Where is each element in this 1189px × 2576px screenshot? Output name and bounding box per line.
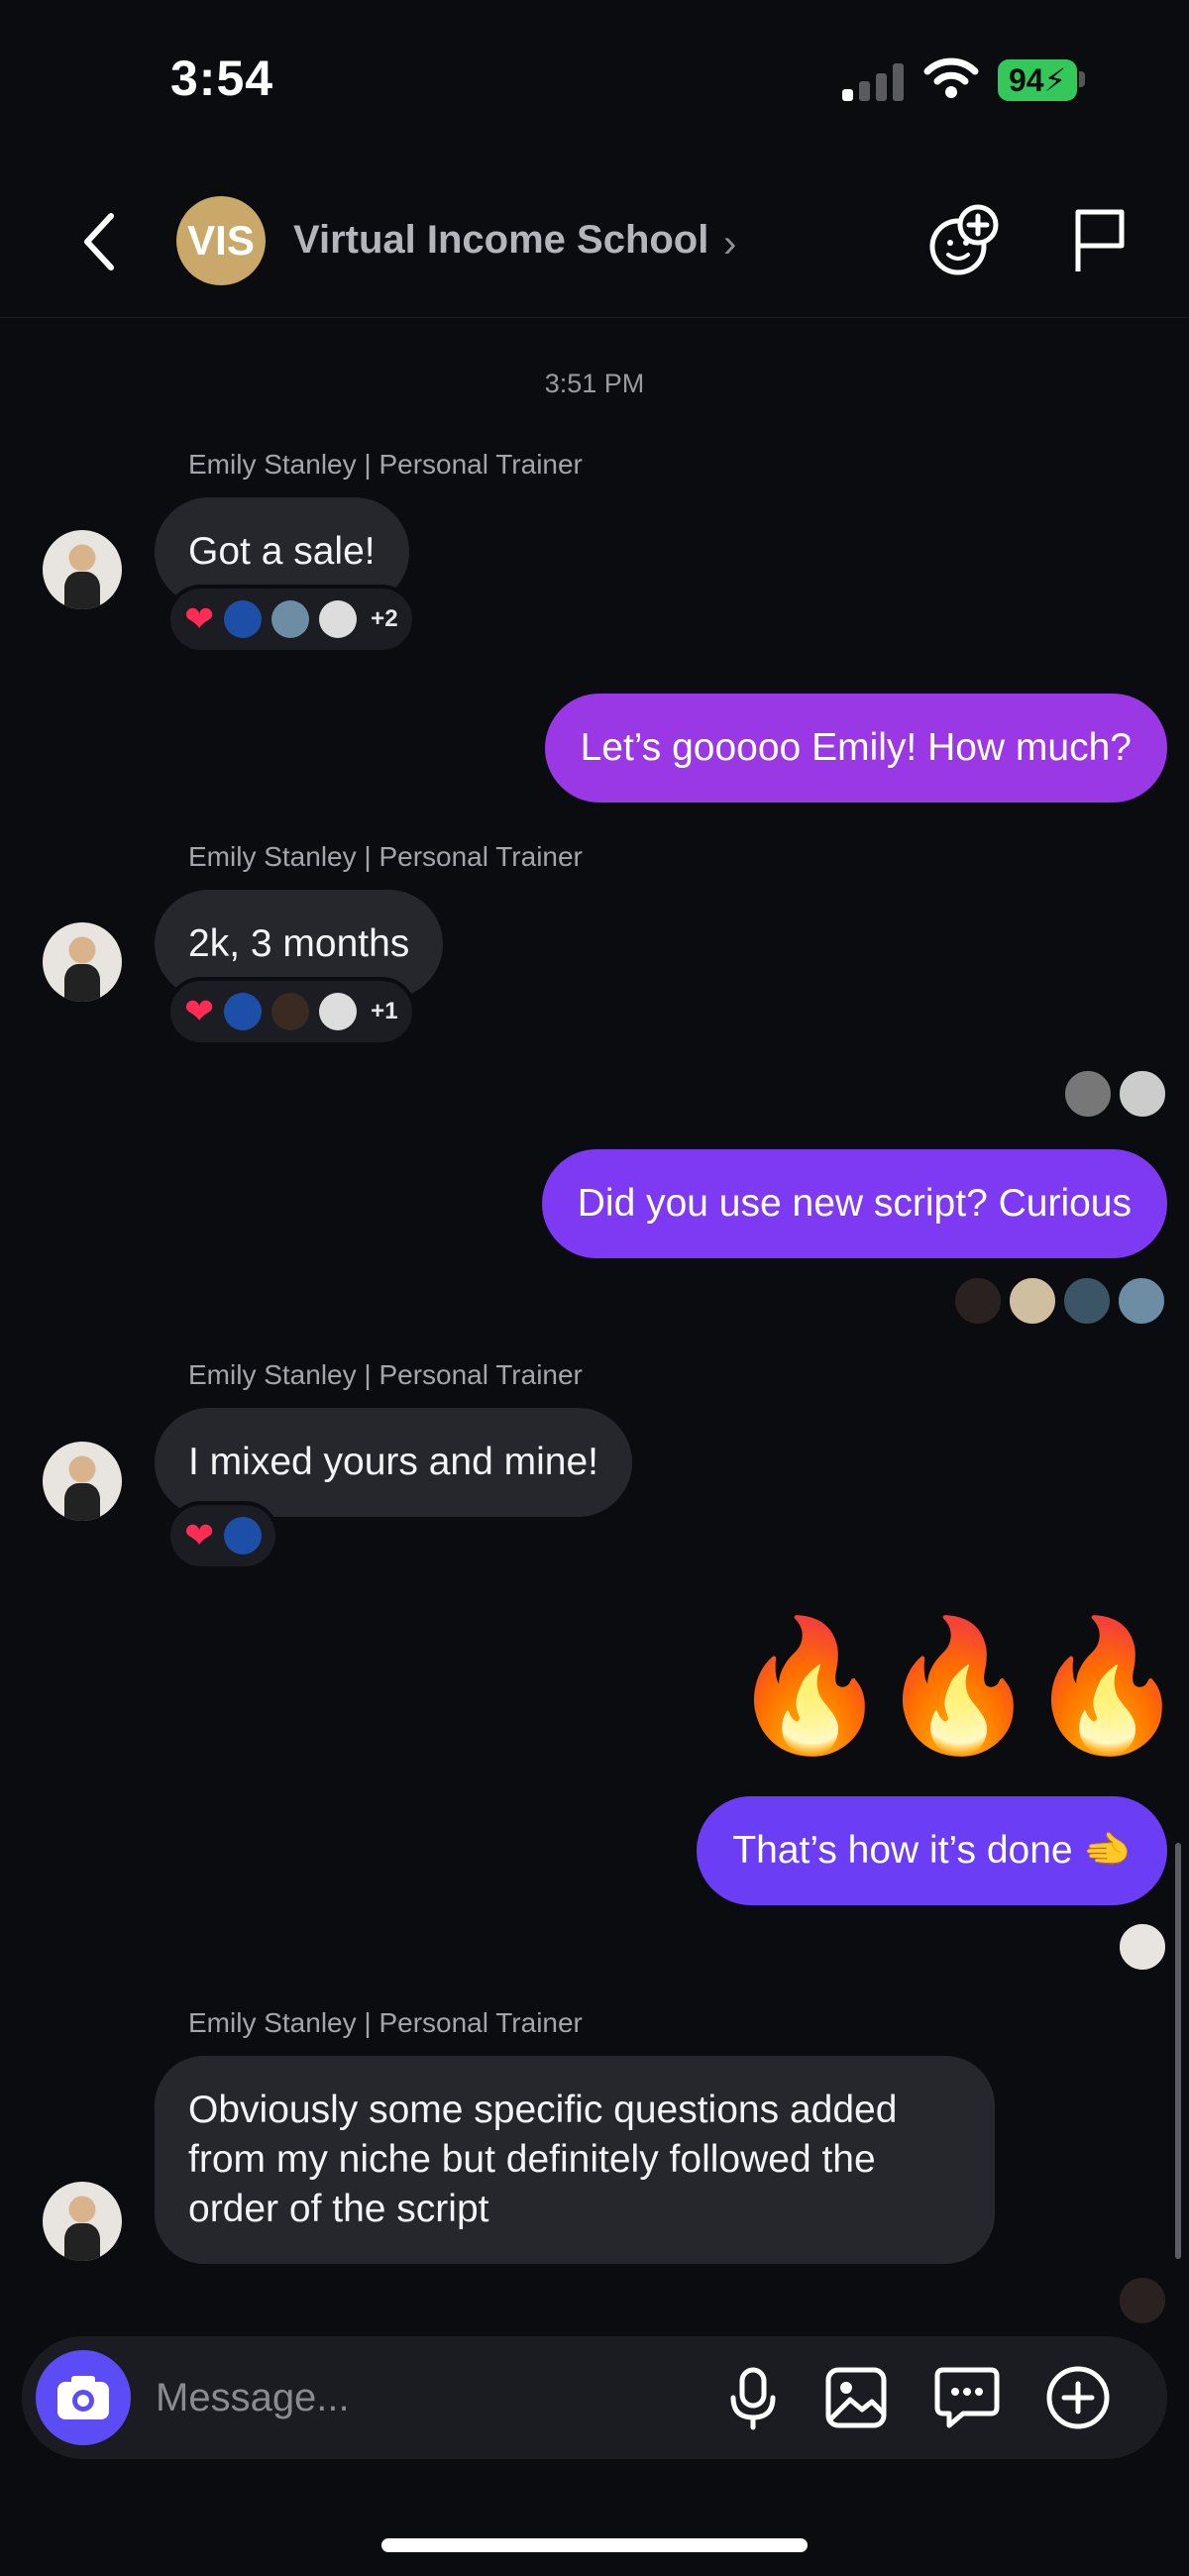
chat-bubble-icon[interactable] [929,2360,1005,2435]
reactor-avatar [271,600,310,638]
read-receipt-avatar [1008,1276,1057,1326]
reactor-avatar [319,600,358,638]
home-indicator [381,2538,808,2552]
reaction-summary[interactable]: ❤ +2 [166,585,416,654]
flag-icon[interactable] [1070,206,1130,275]
sender-avatar[interactable] [43,1442,122,1521]
back-chevron-icon[interactable] [79,210,119,273]
cellular-signal-icon [842,61,906,101]
sticker-add-icon[interactable] [926,203,1002,278]
chevron-right-icon[interactable]: › [723,222,736,267]
reactor-avatar [224,993,263,1030]
heart-reaction-icon: ❤ [184,1515,215,1556]
outgoing-message[interactable]: Did you use new script? Curious [541,1149,1167,1258]
battery-nub [1079,71,1085,87]
scrollbar[interactable] [1175,1843,1181,2259]
battery-indicator: 94⚡ [998,59,1077,101]
camera-button[interactable] [36,2350,131,2445]
read-receipt-avatar [953,1276,1003,1326]
read-receipt-avatar [1118,2276,1167,2325]
outgoing-message[interactable]: Let’s gooooo Emily! How much? [544,694,1167,803]
outgoing-message[interactable]: That’s how it’s done 🫲 [697,1796,1167,1905]
reaction-summary[interactable]: ❤ [166,1501,280,1570]
read-receipt-avatar [1117,1276,1166,1326]
heart-reaction-icon: ❤ [184,598,215,639]
message-input[interactable] [154,2366,673,2429]
microphone-icon[interactable] [715,2360,791,2435]
reactor-avatar [224,1517,263,1555]
reaction-summary[interactable]: ❤ +1 [166,977,416,1046]
fire-emoji[interactable]: 🔥 [729,1621,890,1750]
group-avatar[interactable]: VIS [176,196,266,285]
battery-level: 94 [1008,62,1044,98]
reaction-count: +1 [371,998,398,1024]
status-time: 3:54 [170,51,274,106]
reactor-avatar [319,993,358,1030]
camera-icon [57,2376,109,2419]
reactor-avatar [271,993,310,1030]
sender-name: Emily Stanley | Personal Trainer [188,841,583,872]
image-icon[interactable] [818,2360,894,2435]
reactor-avatar [224,600,263,638]
read-receipt-avatar [1118,1922,1167,1972]
sender-name: Emily Stanley | Personal Trainer [188,449,583,480]
incoming-message[interactable]: Obviously some specific questions added … [155,2056,995,2264]
heart-reaction-icon: ❤ [184,991,215,1031]
read-receipt-avatar [1062,1276,1112,1326]
group-name[interactable]: Virtual Income School [293,218,708,263]
sender-name: Emily Stanley | Personal Trainer [188,2007,583,2038]
read-receipt-avatar [1118,1069,1167,1119]
chat-timestamp: 3:51 PM [544,369,645,398]
sender-avatar[interactable] [43,922,122,1002]
wifi-icon [923,57,979,98]
sender-avatar[interactable] [43,2182,122,2261]
fire-emoji[interactable]: 🔥 [1027,1621,1187,1750]
sender-name: Emily Stanley | Personal Trainer [188,1359,583,1390]
read-receipt-avatar [1063,1069,1113,1119]
reaction-count: +2 [371,605,398,632]
fire-emoji[interactable]: 🔥 [878,1621,1038,1750]
sender-avatar[interactable] [43,530,122,609]
plus-circle-icon[interactable] [1040,2360,1116,2435]
